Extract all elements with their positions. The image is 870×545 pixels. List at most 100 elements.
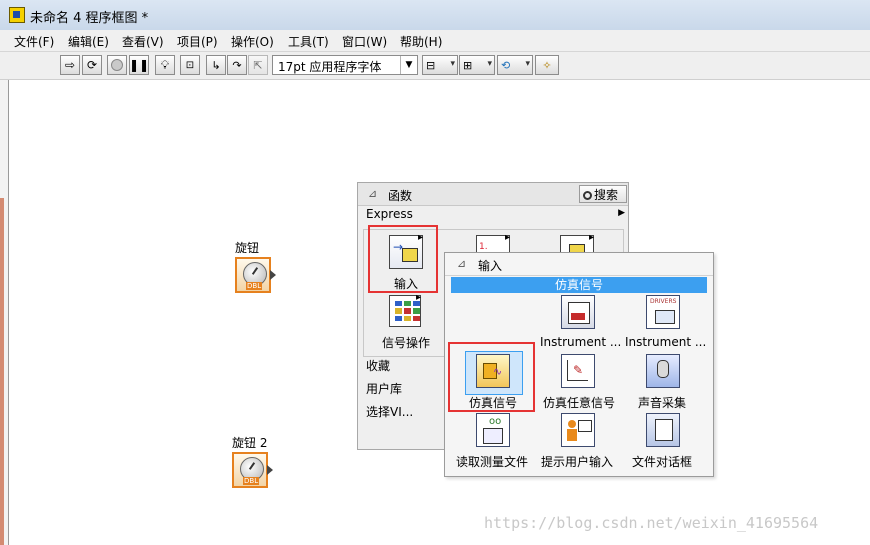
instrument-driver-label: Instrument ...	[625, 335, 707, 349]
file-dialog-box	[646, 413, 680, 447]
acquire-sound-icon[interactable]	[646, 354, 680, 388]
reorder-button[interactable]: ⟲	[497, 55, 533, 75]
instrument-driver-finder-icon[interactable]: DRIVERS	[646, 295, 680, 329]
knob-datatype-tag: DBL	[243, 477, 260, 485]
distribute-icon: ⊞	[463, 58, 473, 72]
instrument-glyph	[568, 302, 590, 324]
menu-help[interactable]: 帮助(H)	[400, 33, 442, 50]
step-over-icon: ↷	[232, 58, 242, 72]
file-dialog-label: 文件对话框	[632, 455, 693, 469]
pause-button[interactable]: ❚❚	[129, 55, 149, 75]
pause-icon: ❚❚	[128, 58, 150, 72]
menu-project[interactable]: 项目(P)	[177, 33, 218, 50]
favorites-category[interactable]: 收藏	[366, 357, 390, 374]
palette-title: 函数	[388, 189, 413, 203]
select-vi-category[interactable]: 选择VI...	[366, 403, 413, 420]
abort-button[interactable]	[107, 55, 127, 75]
search-button[interactable]: 搜索	[579, 185, 627, 203]
abort-icon	[111, 59, 123, 71]
run-continuous-button[interactable]: ⟳	[82, 55, 102, 75]
file-glyph	[655, 419, 673, 441]
expand-arrow-icon: ▶	[618, 208, 625, 218]
menu-edit[interactable]: 编辑(E)	[68, 33, 109, 50]
step-out-icon: ⇱	[253, 58, 263, 72]
prompt-user-box	[561, 413, 595, 447]
prompt-user-label: 提示用户输入	[541, 455, 614, 469]
instrument-io-label: Instrument ...	[540, 335, 622, 349]
dialog-glyph	[578, 420, 592, 432]
menu-operate[interactable]: 操作(O)	[231, 33, 274, 50]
labview-vi-icon	[9, 7, 25, 23]
highlight-execution-icon: 💡︎	[160, 57, 170, 72]
signal-ops-palette-icon[interactable]	[389, 292, 423, 329]
express-category[interactable]: Express	[366, 207, 413, 221]
title-bar: 未命名 4 程序框图 *	[0, 0, 870, 31]
search-icon	[583, 191, 592, 200]
knob-datatype-tag: DBL	[246, 282, 263, 290]
reorder-icon: ⟲	[501, 58, 511, 72]
step-out-button[interactable]: ⇱	[248, 55, 268, 75]
align-objects-button[interactable]: ⊟	[422, 55, 458, 75]
pin-icon[interactable]: ⊿	[457, 258, 469, 270]
run-continuous-icon: ⟳	[86, 58, 98, 72]
search-label: 搜索	[594, 188, 619, 202]
window-left-border	[0, 80, 8, 545]
subpalette-section-highlight: 仿真信号	[451, 277, 707, 293]
instrument-io-box	[561, 295, 595, 329]
knob2-label: 旋钮 2	[232, 436, 268, 450]
palette-header: ⊿ 函数 搜索	[358, 183, 628, 206]
menu-window[interactable]: 窗口(W)	[342, 33, 387, 50]
pin-icon[interactable]: ⊿	[368, 188, 380, 200]
document-glyph	[483, 428, 503, 444]
subpalette-title: 输入	[478, 259, 503, 273]
menu-tools[interactable]: 工具(T)	[288, 33, 329, 50]
toolbar: ⇨ ⟳ ❚❚ 💡︎ ⊡ ↳ ↷ ⇱ 17pt 应用程序字体 ▼ ⊟ ⊞ ⟲ ✧	[0, 52, 870, 80]
drivers-glyph: DRIVERS	[650, 298, 677, 305]
run-arrow-icon: ⇨	[64, 58, 76, 72]
watermark: https://blog.csdn.net/weixin_41695564	[484, 514, 819, 532]
menu-view[interactable]: 查看(V)	[122, 33, 164, 50]
clean-diagram-button[interactable]: ✧	[535, 55, 559, 75]
read-file-box: oo	[476, 413, 510, 447]
annotation-highlight-simulate-signal	[448, 342, 535, 412]
pencil-graph-glyph: ✎	[567, 360, 588, 381]
read-measurement-file-icon[interactable]: oo	[476, 413, 510, 447]
menu-bar: 文件(F) 编辑(E) 查看(V) 项目(P) 操作(O) 工具(T) 窗口(W…	[0, 30, 870, 52]
person-glyph	[568, 420, 576, 428]
instrument-io-assistant-icon[interactable]	[561, 295, 595, 329]
signal-manipulation-icon	[389, 292, 421, 327]
file-dialog-icon[interactable]	[646, 413, 680, 447]
instrument-driver-box: DRIVERS	[646, 295, 680, 329]
step-into-button[interactable]: ↳	[206, 55, 226, 75]
terminal-output-arrow-icon	[270, 270, 276, 280]
highlight-execution-button[interactable]: 💡︎	[155, 55, 175, 75]
acquire-sound-box	[646, 354, 680, 388]
arbitrary-signal-box: ✎	[561, 354, 595, 388]
microphone-glyph	[657, 360, 669, 378]
knob2-terminal[interactable]: DBL	[232, 452, 273, 488]
retain-wire-values-button[interactable]: ⊡	[180, 55, 200, 75]
read-measurement-file-label: 读取测量文件	[456, 455, 529, 469]
clean-diagram-icon: ✧	[542, 58, 552, 72]
knob1-label: 旋钮	[235, 241, 260, 255]
menu-file[interactable]: 文件(F)	[14, 33, 54, 50]
step-over-button[interactable]: ↷	[227, 55, 247, 75]
font-select[interactable]: 17pt 应用程序字体 ▼	[272, 55, 418, 75]
simulate-arbitrary-signal-label: 仿真任意信号	[543, 396, 616, 410]
driver-screen-glyph	[655, 310, 675, 324]
distribute-objects-button[interactable]: ⊞	[459, 55, 495, 75]
signal-ops-palette-label: 信号操作	[382, 336, 431, 350]
subpalette-header: ⊿ 输入	[445, 253, 713, 276]
terminal-output-arrow-icon	[267, 465, 273, 475]
align-icon: ⊟	[426, 58, 436, 72]
run-button[interactable]: ⇨	[60, 55, 80, 75]
window-title: 未命名 4 程序框图 *	[30, 11, 149, 26]
chevron-down-icon: ▼	[400, 56, 417, 74]
font-select-value: 17pt 应用程序字体	[278, 60, 382, 74]
acquire-sound-label: 声音采集	[638, 396, 687, 410]
prompt-user-icon[interactable]	[561, 413, 595, 447]
annotation-highlight-input	[368, 225, 438, 293]
simulate-arbitrary-signal-icon[interactable]: ✎	[561, 354, 595, 388]
knob1-terminal[interactable]: DBL	[235, 257, 276, 293]
user-libraries-category[interactable]: 用户库	[366, 380, 402, 397]
